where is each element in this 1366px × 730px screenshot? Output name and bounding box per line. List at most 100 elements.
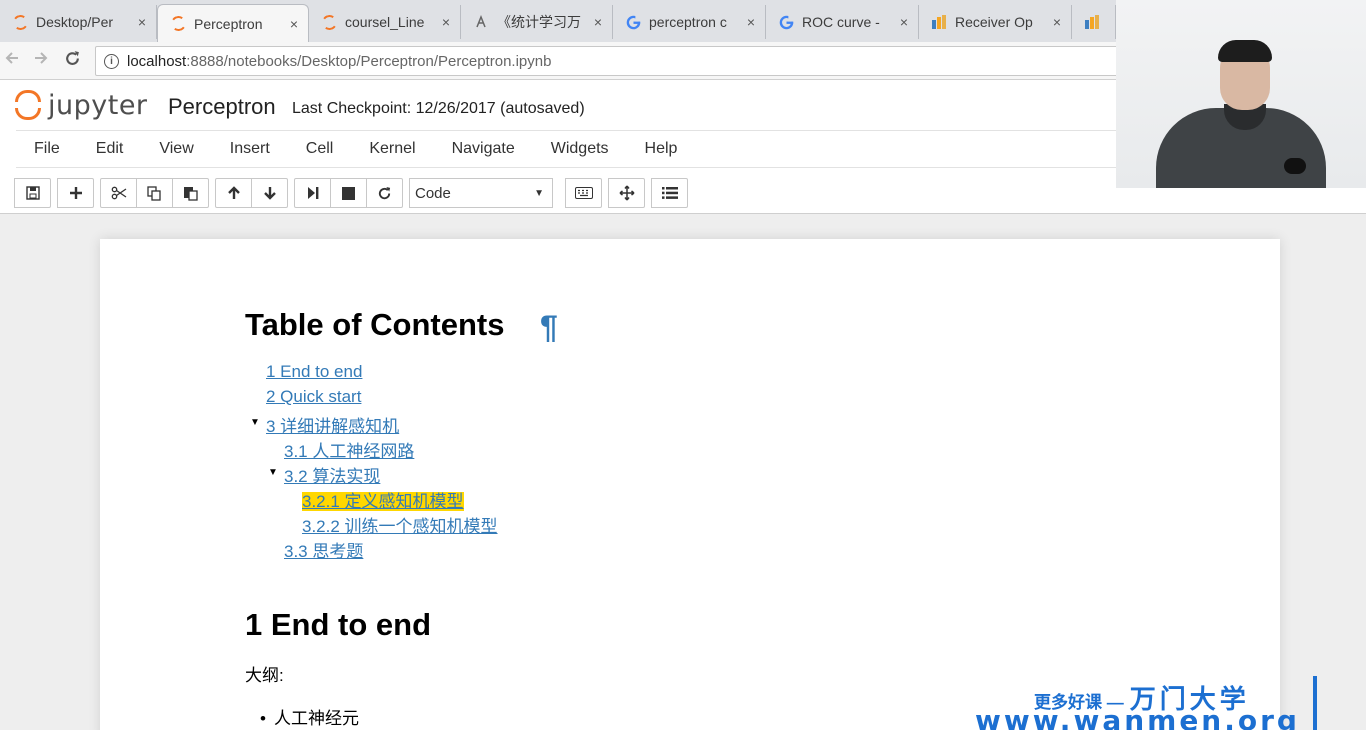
toc-button[interactable] <box>651 178 688 208</box>
chevron-down-icon: ▼ <box>534 187 544 199</box>
toc-item[interactable]: 3.2 算法实现 <box>284 462 380 487</box>
forward-icon[interactable] <box>33 50 49 71</box>
close-icon[interactable]: × <box>290 16 298 32</box>
webcam-video <box>1116 0 1366 188</box>
info-icon[interactable]: i <box>104 53 119 69</box>
tab-statistics[interactable]: 《统计学习万 × <box>461 5 613 39</box>
close-icon[interactable]: × <box>1053 14 1061 30</box>
tab-label: ROC curve - <box>802 14 880 30</box>
tab-perceptron[interactable]: Perceptron × <box>157 4 309 42</box>
back-icon[interactable] <box>4 50 20 71</box>
plus-icon <box>69 187 82 199</box>
collapse-toggle-icon[interactable]: ▼ <box>268 467 278 478</box>
toc-item[interactable]: 3.2.2 训练一个感知机模型 <box>302 512 498 537</box>
close-icon[interactable]: × <box>900 14 908 30</box>
arrow-up-icon <box>227 186 240 199</box>
tab-label: coursel_Line <box>345 14 425 30</box>
toc-item-highlighted[interactable]: 3.2.1 定义感知机模型 <box>302 487 464 512</box>
section-heading: 1 End to end <box>245 607 431 642</box>
jupyter-icon <box>11 13 29 31</box>
reload-icon[interactable] <box>64 50 81 72</box>
navigate-button[interactable] <box>608 178 645 208</box>
stop-icon <box>342 186 355 200</box>
tab-coursel[interactable]: coursel_Line × <box>309 5 461 39</box>
wikipedia-icon <box>931 14 947 30</box>
copy-icon <box>147 185 161 201</box>
menu-help[interactable]: Help <box>627 140 696 158</box>
collapse-toggle-icon[interactable]: ▼ <box>250 417 260 428</box>
menu-navigate[interactable]: Navigate <box>434 140 533 158</box>
paste-icon <box>184 186 198 201</box>
menu-cell[interactable]: Cell <box>288 140 352 158</box>
close-icon[interactable]: × <box>442 14 450 30</box>
restart-icon <box>378 186 391 199</box>
menu-widgets[interactable]: Widgets <box>533 140 627 158</box>
tab-label: Receiver Op <box>955 14 1033 30</box>
cell-type-select[interactable]: Code ▼ <box>409 178 553 208</box>
url-path: :8888/notebooks/Desktop/Perceptron/Perce… <box>186 52 552 70</box>
tab-label: Desktop/Per <box>36 14 114 30</box>
tab-label: Perceptron <box>194 15 263 32</box>
move-up-button[interactable] <box>215 178 252 208</box>
toc-item[interactable]: 3.1 人工神经网路 <box>284 437 414 462</box>
microphone-icon <box>1284 158 1306 174</box>
list-item: • 人工神经元 <box>260 709 359 728</box>
step-forward-icon <box>307 187 318 199</box>
interrupt-button[interactable] <box>330 178 367 208</box>
outline-label: 大纲: <box>245 666 284 685</box>
url-input[interactable]: i localhost:8888/notebooks/Desktop/Perce… <box>95 46 1120 76</box>
save-button[interactable] <box>14 178 51 208</box>
close-icon[interactable]: × <box>138 14 146 30</box>
url-host: localhost <box>127 52 187 70</box>
jupyter-icon <box>320 13 338 31</box>
list-icon <box>661 187 678 199</box>
watermark-url: www.wanmen.org <box>975 704 1300 730</box>
arrow-down-icon <box>263 187 276 200</box>
toc-item[interactable]: 2 Quick start <box>266 387 361 407</box>
restart-button[interactable] <box>366 178 403 208</box>
page-icon <box>473 14 489 30</box>
command-palette-button[interactable] <box>565 178 602 208</box>
menu-bar: File Edit View Insert Cell Kernel Naviga… <box>16 130 1116 168</box>
jupyter-logo-text: jupyter <box>48 89 148 121</box>
address-bar-row: i localhost:8888/notebooks/Desktop/Perce… <box>0 42 1120 80</box>
google-icon <box>778 14 794 30</box>
copy-button[interactable] <box>136 178 173 208</box>
run-button[interactable] <box>294 178 331 208</box>
paste-button[interactable] <box>172 178 209 208</box>
menu-edit[interactable]: Edit <box>78 140 142 158</box>
close-icon[interactable]: × <box>594 14 602 30</box>
jupyter-logo[interactable]: jupyter <box>14 88 148 122</box>
insert-cell-button[interactable] <box>57 178 94 208</box>
menu-insert[interactable]: Insert <box>212 140 288 158</box>
menu-view[interactable]: View <box>141 140 211 158</box>
toc-item[interactable]: 1 End to end <box>266 362 362 382</box>
tab-label: perceptron c <box>649 14 727 30</box>
move-icon <box>619 185 634 201</box>
tab-desktop[interactable]: Desktop/Per × <box>0 5 157 39</box>
tab-google-perceptron[interactable]: perceptron c × <box>613 5 766 39</box>
cell-type-value: Code <box>415 184 451 202</box>
toc-item[interactable]: 3 详细讲解感知机 <box>266 412 399 437</box>
wikipedia-icon <box>1084 14 1100 30</box>
tab-r[interactable]: R <box>1072 5 1116 39</box>
jupyter-icon <box>169 14 187 33</box>
menu-kernel[interactable]: Kernel <box>351 140 433 158</box>
notebook-name[interactable]: Perceptron <box>168 94 276 120</box>
cut-button[interactable] <box>100 178 137 208</box>
keyboard-icon <box>574 187 593 199</box>
save-icon <box>25 186 40 200</box>
watermark-bar <box>1313 676 1317 730</box>
scissors-icon <box>111 186 126 200</box>
toc-heading: Table of Contents <box>245 307 505 342</box>
tab-google-roc[interactable]: ROC curve - × <box>766 5 919 39</box>
google-icon <box>625 14 641 30</box>
close-icon[interactable]: × <box>747 14 755 30</box>
anchor-link-icon[interactable]: ¶ <box>540 309 558 346</box>
toc-item[interactable]: 3.3 思考题 <box>284 537 363 562</box>
move-down-button[interactable] <box>251 178 288 208</box>
tab-label: 《统计学习万 <box>497 14 581 30</box>
menu-file[interactable]: File <box>16 140 78 158</box>
tab-receiver-operating[interactable]: Receiver Op × <box>919 5 1072 39</box>
jupyter-logo-icon <box>14 88 42 122</box>
